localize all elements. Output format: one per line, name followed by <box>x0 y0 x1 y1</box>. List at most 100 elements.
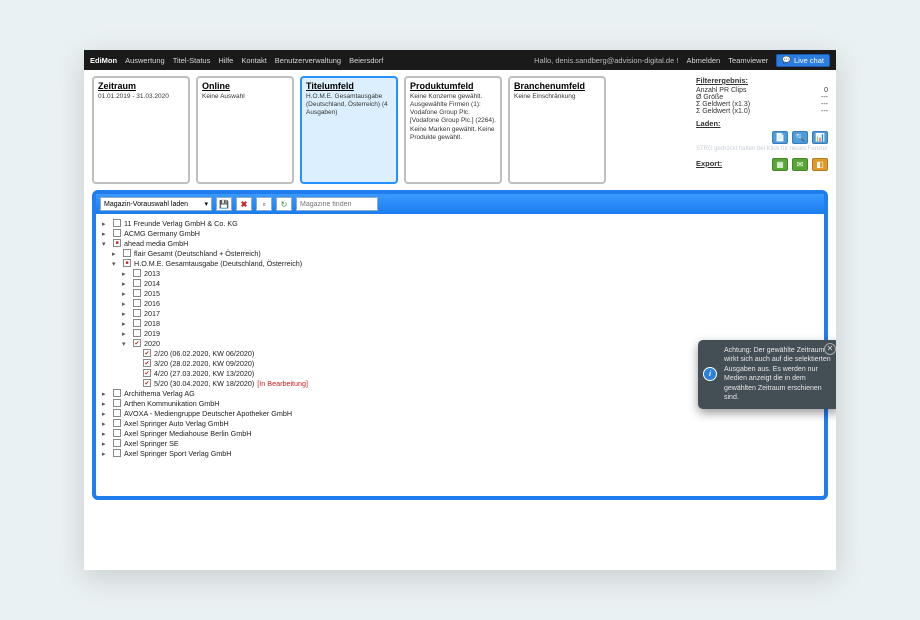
checkbox[interactable] <box>113 419 121 427</box>
collapse-button[interactable]: ▫ <box>256 197 272 211</box>
expander-icon[interactable]: ▸ <box>122 309 130 318</box>
nav-auswertung[interactable]: Auswertung <box>125 56 165 65</box>
tree-node-label: 2016 <box>144 299 160 308</box>
expander-icon[interactable]: ▾ <box>102 239 110 248</box>
export-excel-icon[interactable]: ▦ <box>772 158 788 171</box>
filter-zeitraum[interactable]: Zeitraum 01.01.2019 - 31.03.2020 <box>92 76 190 184</box>
expander-icon[interactable]: ▸ <box>102 389 110 398</box>
tree-node[interactable]: ▸2013 <box>122 268 818 278</box>
tree-node[interactable]: ▸flair Gesamt (Deutschland + Österreich) <box>112 248 818 258</box>
tree-node[interactable]: ▸2014 <box>122 278 818 288</box>
checkbox[interactable] <box>113 449 121 457</box>
export-rss-icon[interactable]: ◧ <box>812 158 828 171</box>
nav-hilfe[interactable]: Hilfe <box>218 56 233 65</box>
save-button[interactable]: 💾 <box>216 197 232 211</box>
expander-icon[interactable]: ▸ <box>102 449 110 458</box>
tree-node[interactable]: ▸2018 <box>122 318 818 328</box>
tree-node[interactable]: ▸ 2016 <box>122 298 818 308</box>
filter-titelumfeld[interactable]: Titelumfeld H.O.M.E. Gesamtausgabe (Deut… <box>300 76 398 184</box>
expander-icon[interactable]: ▸ <box>112 249 120 258</box>
tree-node-label: Axel Springer Sport Verlag GmbH <box>124 449 231 458</box>
close-icon[interactable]: ✕ <box>824 343 836 355</box>
app-brand: EdiMon <box>90 56 117 65</box>
filter-online[interactable]: Online Keine Auswahl <box>196 76 294 184</box>
expander-icon[interactable]: ▸ <box>102 439 110 448</box>
teamviewer-link[interactable]: Teamviewer <box>728 56 768 65</box>
export-csv-icon[interactable]: ✉ <box>792 158 808 171</box>
tree-node-label: 2015 <box>144 289 160 298</box>
tree-node[interactable]: ▸Axel Springer SE <box>102 438 818 448</box>
checkbox[interactable] <box>113 229 121 237</box>
tree-node-label: Archithema Verlag AG <box>124 389 195 398</box>
nav-beiersdorf[interactable]: Beiersdorf <box>349 56 383 65</box>
expander-icon[interactable]: ▸ <box>102 419 110 428</box>
tree-node[interactable]: ▸11 Freunde Verlag GmbH & Co. KG <box>102 218 818 228</box>
checkbox[interactable] <box>143 349 151 357</box>
delete-button[interactable]: ✖ <box>236 197 252 211</box>
tree-node[interactable]: ▸ Axel Springer Sport Verlag GmbH <box>102 448 818 458</box>
checkbox[interactable] <box>113 399 121 407</box>
checkbox[interactable] <box>113 439 121 447</box>
checkbox[interactable] <box>113 389 121 397</box>
checkbox[interactable] <box>143 379 151 387</box>
export-header: Export: <box>696 159 722 168</box>
tree-node[interactable]: ▾ahead media GmbH <box>102 238 818 248</box>
tree-node-label: 4/20 (27.03.2020, KW 13/2020) <box>154 369 254 378</box>
refresh-button[interactable]: ↻ <box>276 197 292 211</box>
checkbox[interactable] <box>113 429 121 437</box>
expander-icon[interactable]: ▾ <box>112 259 120 268</box>
filter-produktumfeld[interactable]: Produktumfeld Keine Konzerne gewählt. Au… <box>404 76 502 184</box>
tree-node[interactable]: ▸ 2015 <box>122 288 818 298</box>
expander-icon[interactable]: ▸ <box>122 319 130 328</box>
magazine-search-input[interactable] <box>296 197 378 211</box>
nav-benutzerverwaltung[interactable]: Benutzerverwaltung <box>275 56 341 65</box>
checkbox[interactable] <box>113 219 121 227</box>
tree-node[interactable]: ▸AVOXA - Mediengruppe Deutscher Apotheke… <box>102 408 818 418</box>
nav-kontakt[interactable]: Kontakt <box>241 56 266 65</box>
tree-node[interactable]: ▸Axel Springer Auto Verlag GmbH <box>102 418 818 428</box>
nav-titel-status[interactable]: Titel-Status <box>173 56 211 65</box>
live-chat-button[interactable]: Live chat <box>776 54 830 67</box>
checkbox[interactable] <box>133 269 141 277</box>
checkbox[interactable] <box>113 409 121 417</box>
stat-label: Anzahl PR Clips <box>696 87 747 94</box>
load-report-icon[interactable]: 📄 <box>772 131 788 144</box>
checkbox[interactable] <box>133 309 141 317</box>
filter-branchenumfeld[interactable]: Branchenumfeld Keine Einschränkung <box>508 76 606 184</box>
expander-icon[interactable]: ▸ <box>122 269 130 278</box>
tree-node[interactable]: ▸Axel Springer Mediahouse Berlin GmbH <box>102 428 818 438</box>
tree-node[interactable]: ▸2019 <box>122 328 818 338</box>
checkbox[interactable] <box>123 259 131 267</box>
expander-icon[interactable]: ▸ <box>102 219 110 228</box>
expander-icon[interactable]: ▸ <box>102 429 110 438</box>
expander-icon[interactable]: ▸ <box>122 329 130 338</box>
results-column: Filterergebnis: Anzahl PR Clips0 Ø Größe… <box>696 76 828 184</box>
checkbox[interactable] <box>133 319 141 327</box>
preset-select[interactable]: Magazin-Vorauswahl laden ▾ <box>100 197 212 211</box>
tree-node[interactable]: ▾H.O.M.E. Gesamtausgabe (Deutschland, Ös… <box>112 258 818 268</box>
logout-link[interactable]: Abmelden <box>686 56 720 65</box>
checkbox[interactable] <box>143 359 151 367</box>
checkbox[interactable] <box>133 299 141 307</box>
expander-icon[interactable]: ▸ <box>122 299 130 308</box>
tree-node-label: 3/20 (28.02.2020, KW 09/2020) <box>154 359 254 368</box>
expander-icon[interactable]: ▸ <box>102 399 110 408</box>
checkbox[interactable] <box>133 339 141 347</box>
nav-right: Hallo, denis.sandberg@advision-digital.d… <box>534 54 830 67</box>
load-search-icon[interactable]: 🔍 <box>792 131 808 144</box>
checkbox[interactable] <box>133 289 141 297</box>
checkbox[interactable] <box>143 369 151 377</box>
expander-icon[interactable]: ▾ <box>122 339 130 348</box>
expander-icon[interactable]: ▸ <box>102 229 110 238</box>
checkbox[interactable] <box>133 279 141 287</box>
results-header: Filterergebnis: <box>696 76 828 85</box>
load-chart-icon[interactable]: 📊 <box>812 131 828 144</box>
tree-node[interactable]: ▸ACMG Germany GmbH <box>102 228 818 238</box>
expander-icon[interactable]: ▸ <box>122 289 130 298</box>
expander-icon[interactable]: ▸ <box>102 409 110 418</box>
checkbox[interactable] <box>133 329 141 337</box>
tree-node[interactable]: ▸2017 <box>122 308 818 318</box>
expander-icon[interactable]: ▸ <box>122 279 130 288</box>
checkbox[interactable] <box>123 249 131 257</box>
checkbox[interactable] <box>113 239 121 247</box>
